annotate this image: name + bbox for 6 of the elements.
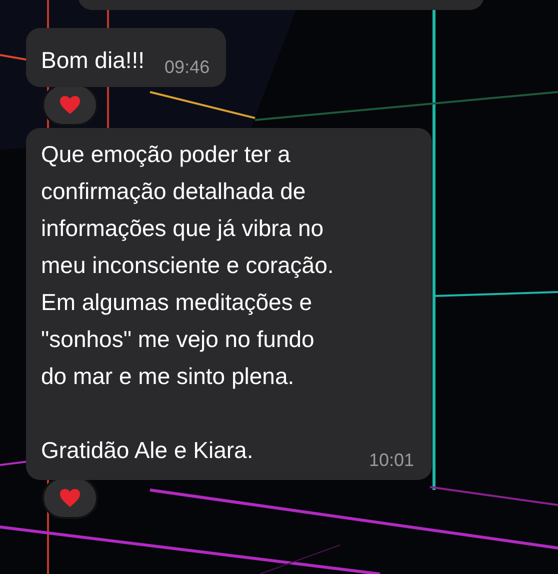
message-text: Que emoção poder ter a confirmação detalhada de informações que já vibra no meu inconsciente e coração. Em algumas meditações e "sonhos" me vejo no fundo do mar e me sinto plena. Gratidão Ale e Kiara. xyxy=(41,140,334,465)
message-time: 10:01 xyxy=(368,449,414,472)
heart-icon xyxy=(59,95,81,115)
heart-icon xyxy=(59,488,81,508)
message-time: 09:46 xyxy=(164,56,210,79)
message-text: Bom dia!!! xyxy=(41,46,145,75)
